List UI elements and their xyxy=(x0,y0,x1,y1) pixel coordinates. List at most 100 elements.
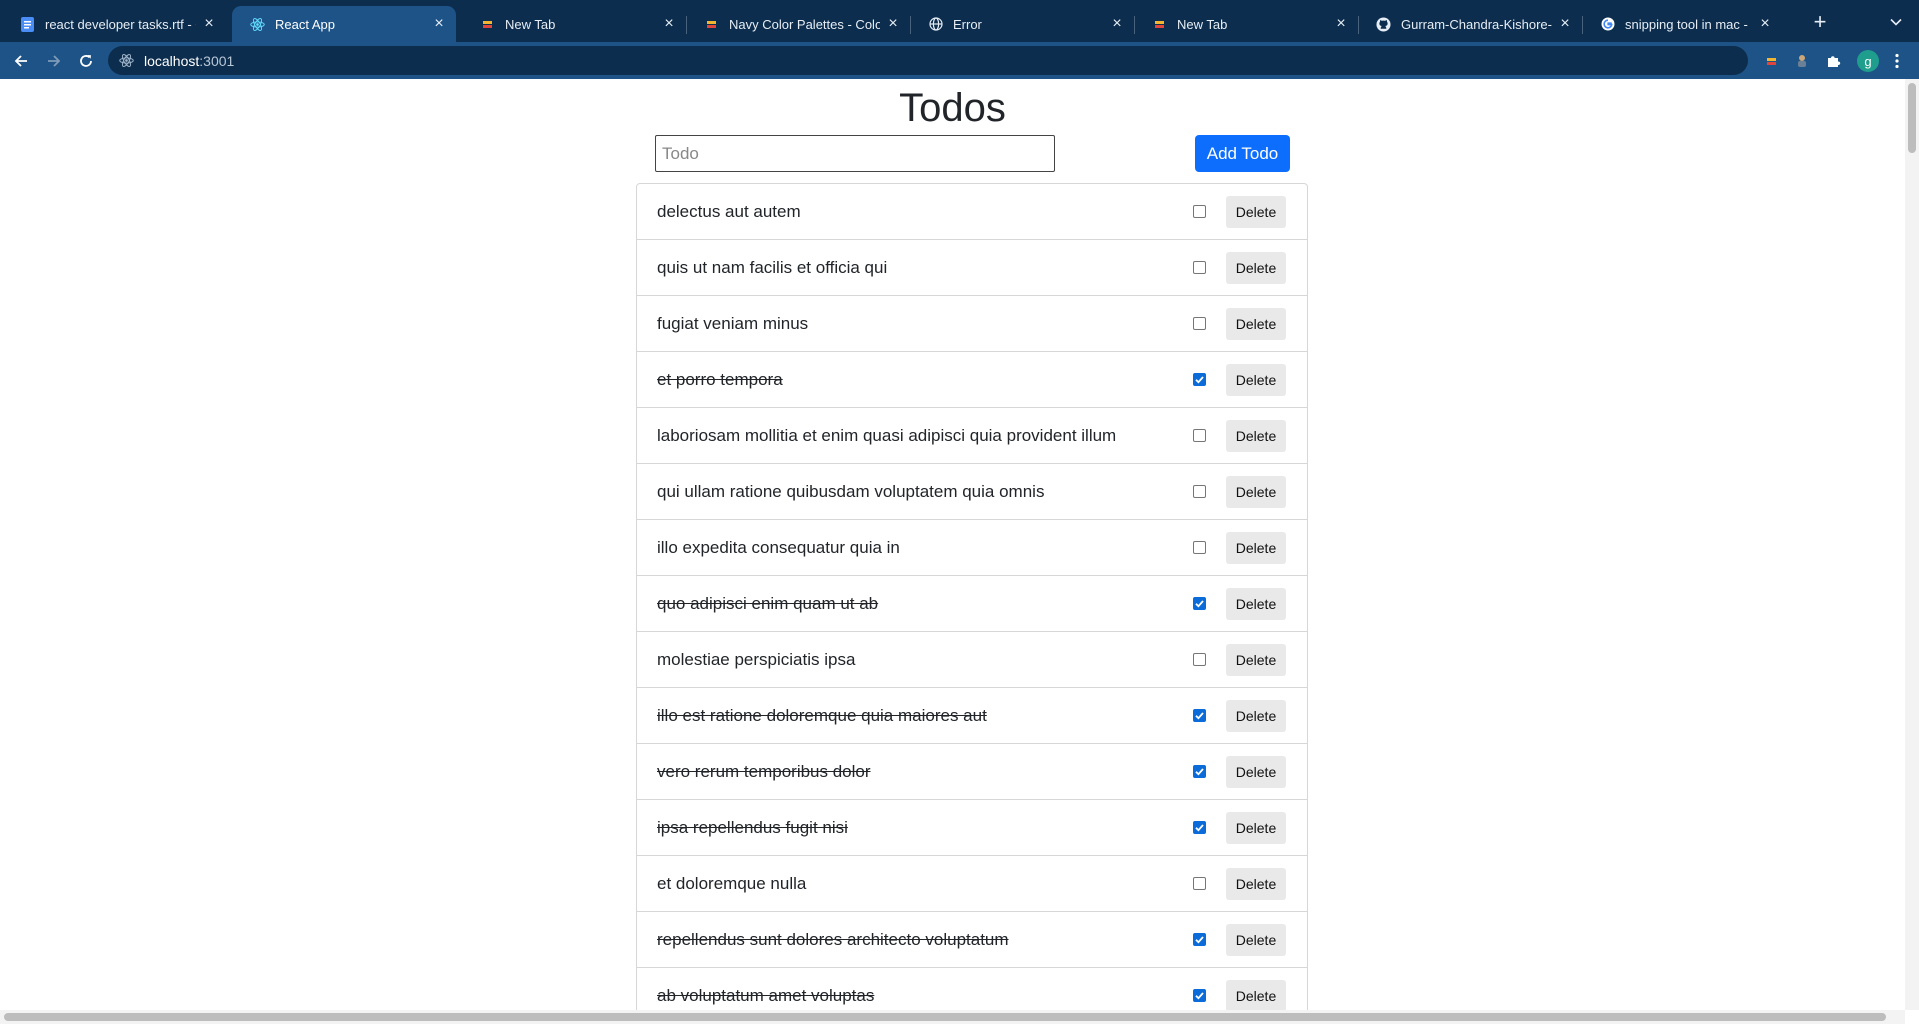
delete-button[interactable]: Delete xyxy=(1226,644,1286,676)
docs-icon xyxy=(20,16,35,32)
list-item: quis ut nam facilis et officia qui Delete xyxy=(637,240,1307,296)
delete-button[interactable]: Delete xyxy=(1226,420,1286,452)
puzzle-icon[interactable] xyxy=(1825,52,1843,70)
todo-text: fugiat veniam minus xyxy=(657,314,809,333)
tab-title: New Tab xyxy=(505,16,556,32)
tab-new-tab[interactable]: New Tab × xyxy=(462,6,686,42)
close-icon[interactable]: × xyxy=(1558,15,1572,32)
add-todo-button[interactable]: Add Todo xyxy=(1195,135,1290,172)
list-item: delectus aut autem Delete xyxy=(637,184,1307,240)
delete-button[interactable]: Delete xyxy=(1226,924,1286,956)
page-viewport: Todos Add Todo delectus aut autemDeleteq… xyxy=(0,79,1905,1010)
delete-button[interactable]: Delete xyxy=(1226,196,1286,228)
address-bar[interactable]: localhost:3001 xyxy=(108,46,1748,75)
tab-github[interactable]: Gurram-Chandra-Kishore-R × xyxy=(1358,6,1582,42)
todo-text: ipsa repellendus fugit nisi xyxy=(657,818,848,837)
new-tab-button[interactable]: + xyxy=(1808,9,1832,34)
list-item: illo expedita consequatur quia in Delete xyxy=(637,520,1307,576)
delete-button[interactable]: Delete xyxy=(1226,308,1286,340)
tab-search-chevron-icon[interactable] xyxy=(1886,12,1906,32)
scrollbar-thumb[interactable] xyxy=(1908,83,1916,153)
delete-button[interactable]: Delete xyxy=(1226,476,1286,508)
todo-complete-checkbox[interactable] xyxy=(1193,989,1206,1002)
todo-complete-checkbox[interactable] xyxy=(1193,205,1206,218)
new-tab-icon xyxy=(480,17,495,32)
list-item: et doloremque nulla Delete xyxy=(637,856,1307,912)
tab-docs[interactable]: react developer tasks.rtf - G × xyxy=(2,6,226,42)
todo-complete-checkbox[interactable] xyxy=(1193,597,1206,610)
delete-button[interactable]: Delete xyxy=(1226,588,1286,620)
globe-icon xyxy=(928,17,943,32)
close-icon[interactable]: × xyxy=(1110,15,1124,32)
tab-error[interactable]: Error × xyxy=(910,6,1134,42)
extension-icon[interactable] xyxy=(1762,52,1780,70)
url-host: localhost xyxy=(144,52,200,69)
todo-complete-checkbox[interactable] xyxy=(1193,765,1206,778)
list-item: et porro tempora Delete xyxy=(637,352,1307,408)
react-icon xyxy=(250,17,265,32)
close-icon[interactable]: × xyxy=(202,15,216,32)
delete-button[interactable]: Delete xyxy=(1226,812,1286,844)
close-icon[interactable]: × xyxy=(1758,15,1772,32)
todo-complete-checkbox[interactable] xyxy=(1193,709,1206,722)
close-icon[interactable]: × xyxy=(432,15,446,32)
tab-title: react developer tasks.rtf - G xyxy=(45,16,196,32)
horizontal-scrollbar[interactable] xyxy=(0,1010,1905,1024)
list-item: quo adipisci enim quam ut ab Delete xyxy=(637,576,1307,632)
delete-button[interactable]: Delete xyxy=(1226,980,1286,1010)
reload-button[interactable] xyxy=(75,50,97,72)
todo-text: molestiae perspiciatis ipsa xyxy=(657,650,856,669)
list-item: laboriosam mollitia et enim quasi adipis… xyxy=(637,408,1307,464)
todo-input[interactable] xyxy=(655,135,1055,172)
list-item: molestiae perspiciatis ipsa Delete xyxy=(637,632,1307,688)
todo-complete-checkbox[interactable] xyxy=(1193,485,1206,498)
todo-complete-checkbox[interactable] xyxy=(1193,933,1206,946)
todo-text: quis ut nam facilis et officia qui xyxy=(657,258,888,277)
tab-title: Navy Color Palettes - Color xyxy=(729,16,880,32)
palette-site-icon xyxy=(704,17,719,32)
close-icon[interactable]: × xyxy=(662,15,676,32)
close-icon[interactable]: × xyxy=(886,15,900,32)
todo-complete-checkbox[interactable] xyxy=(1193,373,1206,386)
delete-button[interactable]: Delete xyxy=(1226,532,1286,564)
todo-text: delectus aut autem xyxy=(657,202,801,221)
todo-complete-checkbox[interactable] xyxy=(1193,541,1206,554)
todo-complete-checkbox[interactable] xyxy=(1193,429,1206,442)
delete-button[interactable]: Delete xyxy=(1226,252,1286,284)
list-item: qui ullam ratione quibusdam voluptatem q… xyxy=(637,464,1307,520)
todo-text: laboriosam mollitia et enim quasi adipis… xyxy=(657,426,1117,445)
todo-text: ab voluptatum amet voluptas xyxy=(657,986,875,1005)
delete-button[interactable]: Delete xyxy=(1226,364,1286,396)
vertical-scrollbar[interactable] xyxy=(1905,79,1919,1010)
more-menu-icon[interactable] xyxy=(1888,52,1906,70)
extension-icon[interactable] xyxy=(1793,52,1811,70)
tab-title: React App xyxy=(275,16,335,32)
delete-button[interactable]: Delete xyxy=(1226,700,1286,732)
list-item: ab voluptatum amet voluptas Delete xyxy=(637,968,1307,1010)
tab-new-tab[interactable]: New Tab × xyxy=(1134,6,1358,42)
tab-google-search[interactable]: snipping tool in mac - Goog × xyxy=(1582,6,1782,42)
todo-complete-checkbox[interactable] xyxy=(1193,261,1206,274)
todo-complete-checkbox[interactable] xyxy=(1193,653,1206,666)
delete-button[interactable]: Delete xyxy=(1226,756,1286,788)
todo-text: et porro tempora xyxy=(657,370,783,389)
address-url: localhost:3001 xyxy=(144,53,234,69)
google-icon xyxy=(1600,17,1615,32)
todo-complete-checkbox[interactable] xyxy=(1193,317,1206,330)
close-icon[interactable]: × xyxy=(1334,15,1348,32)
delete-button[interactable]: Delete xyxy=(1226,868,1286,900)
todo-complete-checkbox[interactable] xyxy=(1193,821,1206,834)
forward-button[interactable] xyxy=(43,50,65,72)
todo-list: delectus aut autem Delete quis ut nam faci… xyxy=(636,183,1308,1010)
page-title: Todos xyxy=(899,86,1006,130)
back-button[interactable] xyxy=(10,50,32,72)
avatar[interactable]: g xyxy=(1857,50,1879,72)
todo-complete-checkbox[interactable] xyxy=(1193,877,1206,890)
tab-navy-palettes[interactable]: Navy Color Palettes - Color × xyxy=(686,6,910,42)
todo-text: illo expedita consequatur quia in xyxy=(657,538,900,557)
list-item: vero rerum temporibus dolor Delete xyxy=(637,744,1307,800)
tab-react-app[interactable]: React App × xyxy=(232,6,456,42)
react-icon xyxy=(118,53,134,69)
todo-text: vero rerum temporibus dolor xyxy=(657,762,871,781)
scrollbar-thumb[interactable] xyxy=(4,1013,1886,1021)
